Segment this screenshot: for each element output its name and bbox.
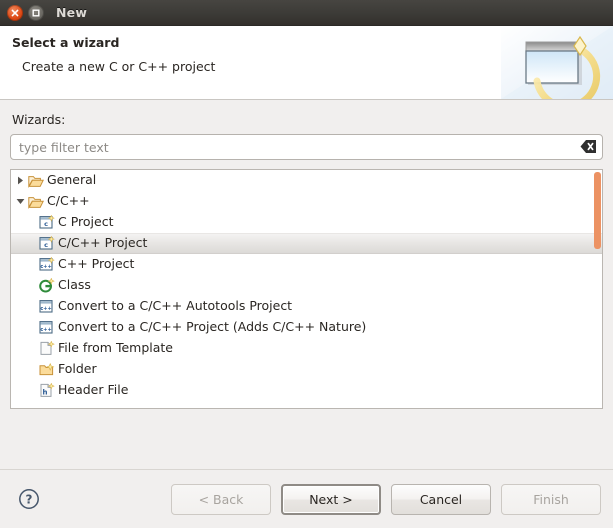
tree-item[interactable]: c C Project <box>11 212 602 233</box>
tree-item-label: Class <box>58 277 91 293</box>
tree-item-label: C/C++ <box>47 193 90 209</box>
back-button: < Back <box>171 483 271 515</box>
dialog-footer: ? < Back Next > Cancel Finish <box>0 469 613 528</box>
tree-item[interactable]: c++ Convert to a C/C++ Autotools Project <box>11 296 602 317</box>
wizards-label: Wizards: <box>12 112 66 127</box>
tree-item-label: General <box>47 172 97 188</box>
new-wizard-dialog: New Select a wizard Create a new C or C+… <box>0 0 613 528</box>
footer-buttons: < Back Next > Cancel Finish <box>171 483 601 515</box>
c-project-icon: c <box>38 236 55 252</box>
filter-row <box>10 134 603 160</box>
new-wizard-banner-icon <box>501 26 613 99</box>
file-template-icon <box>38 341 55 357</box>
header-file-icon: h <box>38 383 55 399</box>
tree-item[interactable]: General <box>11 170 602 191</box>
finish-button: Finish <box>501 483 601 515</box>
svg-text:c++: c++ <box>40 327 51 333</box>
tree-item[interactable]: Folder <box>11 359 602 380</box>
cpp-project-icon: c++ <box>38 257 55 273</box>
tree-item-label: C/C++ Project <box>58 235 148 251</box>
svg-text:c: c <box>44 220 48 228</box>
svg-text:c: c <box>44 241 48 249</box>
wizard-banner: Select a wizard Create a new C or C++ pr… <box>0 26 613 100</box>
tree-item-label: File from Template <box>58 340 173 356</box>
svg-text:h: h <box>42 388 47 396</box>
svg-text:?: ? <box>26 492 33 506</box>
maximize-icon[interactable] <box>28 4 44 21</box>
tree-item-label: C Project <box>58 214 114 230</box>
folder-icon <box>38 362 55 378</box>
wizards-tree-list[interactable]: General C/C++ c C Project c C/C++ Project c++ C… <box>11 170 602 408</box>
next-button[interactable]: Next > <box>281 483 381 515</box>
tree-item[interactable]: c++ Convert to a C/C++ Project (Adds C/C+… <box>11 317 602 338</box>
tree-item[interactable]: C/C++ <box>11 191 602 212</box>
svg-text:c++: c++ <box>40 306 51 312</box>
help-icon[interactable]: ? <box>18 488 40 510</box>
chevron-down-icon[interactable] <box>14 191 27 212</box>
tree-item[interactable]: h Header File <box>11 380 602 401</box>
tree-item-label: Folder <box>58 361 97 377</box>
c-project-icon: c <box>38 215 55 231</box>
tree-item[interactable]: File from Template <box>11 338 602 359</box>
open-folder-icon <box>27 194 44 210</box>
wizards-tree[interactable]: General C/C++ c C Project c C/C++ Project c++ C… <box>10 169 603 409</box>
tree-item[interactable]: c++ C++ Project <box>11 254 602 275</box>
clear-icon[interactable] <box>580 139 597 154</box>
window-title: New <box>56 5 88 20</box>
filter-input[interactable] <box>10 134 603 160</box>
open-folder-icon <box>27 173 44 189</box>
svg-text:c++: c++ <box>40 264 51 270</box>
dialog-body: Wizards: General C/C++ c C Project c C/C++ Pr… <box>0 100 613 469</box>
chevron-right-icon[interactable] <box>14 170 27 191</box>
close-icon[interactable] <box>7 4 23 21</box>
title-bar: New <box>0 0 613 26</box>
tree-item-label: Convert to a C/C++ Autotools Project <box>58 298 293 314</box>
tree-item[interactable]: Class <box>11 275 602 296</box>
tree-item[interactable]: c C/C++ Project <box>11 233 602 254</box>
convert-project-icon: c++ <box>38 299 55 315</box>
tree-scrollbar-thumb[interactable] <box>594 172 601 249</box>
tree-item-label: Convert to a C/C++ Project (Adds C/C++ N… <box>58 319 367 335</box>
tree-item-label: Header File <box>58 382 129 398</box>
tree-item-label: C++ Project <box>58 256 135 272</box>
cancel-button[interactable]: Cancel <box>391 483 491 515</box>
tree-scrollbar[interactable] <box>594 171 601 407</box>
convert-project-icon: c++ <box>38 320 55 336</box>
class-icon <box>38 278 55 294</box>
